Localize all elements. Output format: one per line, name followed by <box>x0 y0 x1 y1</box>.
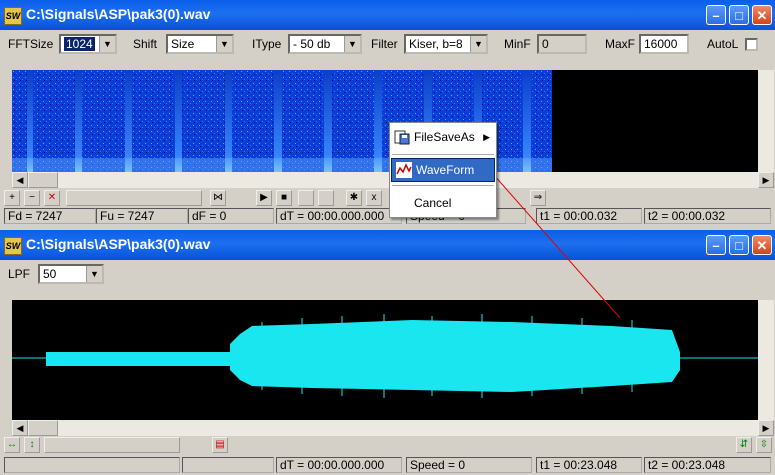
save-as-icon <box>394 130 410 145</box>
menu-item-label: WaveForm <box>416 163 475 177</box>
menu-item-filesaveas[interactable]: FileSaveAs ▶ <box>390 123 496 151</box>
waveform-icon <box>396 162 412 178</box>
menu-item-label: Cancel <box>414 196 452 210</box>
context-menu: FileSaveAs ▶ WaveForm Cancel <box>389 122 497 218</box>
submenu-arrow-icon: ▶ <box>483 132 490 142</box>
pointer-line <box>485 165 621 319</box>
menu-separator <box>392 154 494 155</box>
menu-item-cancel[interactable]: Cancel <box>390 189 496 217</box>
menu-item-waveform[interactable]: WaveForm <box>391 158 495 182</box>
menu-item-label: FileSaveAs <box>414 130 475 144</box>
menu-separator <box>392 185 494 186</box>
